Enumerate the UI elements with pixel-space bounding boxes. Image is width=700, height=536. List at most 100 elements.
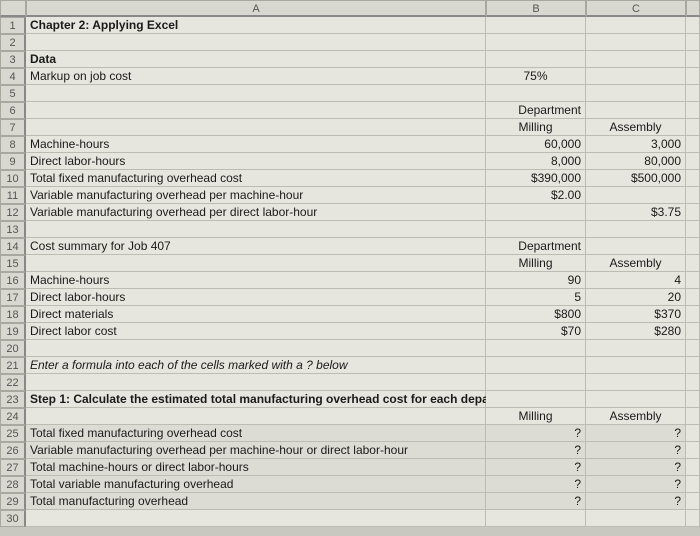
row-header[interactable]: 26: [0, 442, 26, 459]
cell-d[interactable]: [686, 476, 700, 493]
cell-a[interactable]: Markup on job cost: [26, 68, 486, 85]
cell-d[interactable]: [686, 136, 700, 153]
cell-b[interactable]: 60,000: [486, 136, 586, 153]
cell-b[interactable]: Milling: [486, 408, 586, 425]
cell-d[interactable]: [686, 425, 700, 442]
cell-b[interactable]: $800: [486, 306, 586, 323]
cell-c[interactable]: Assembly: [586, 408, 686, 425]
cell-c[interactable]: ?: [586, 476, 686, 493]
cell-b[interactable]: [486, 357, 586, 374]
row-header[interactable]: 12: [0, 204, 26, 221]
cell-a[interactable]: [26, 408, 486, 425]
cell-d[interactable]: [686, 391, 700, 408]
cell-a[interactable]: Variable manufacturing overhead per mach…: [26, 442, 486, 459]
cell-c[interactable]: 20: [586, 289, 686, 306]
cell-d[interactable]: [686, 153, 700, 170]
row-header[interactable]: 23: [0, 391, 26, 408]
cell-b[interactable]: $2.00: [486, 187, 586, 204]
cell-b[interactable]: ?: [486, 425, 586, 442]
cell-b[interactable]: [486, 204, 586, 221]
cell-d[interactable]: [686, 51, 700, 68]
row-header[interactable]: 13: [0, 221, 26, 238]
row-header[interactable]: 10: [0, 170, 26, 187]
cell-c[interactable]: [586, 340, 686, 357]
cell-b[interactable]: 75%: [486, 68, 586, 85]
cell-c[interactable]: [586, 357, 686, 374]
row-header[interactable]: 9: [0, 153, 26, 170]
row-header[interactable]: 21: [0, 357, 26, 374]
cell-b[interactable]: ?: [486, 493, 586, 510]
cell-c[interactable]: $3.75: [586, 204, 686, 221]
cell-c[interactable]: $280: [586, 323, 686, 340]
cell-b[interactable]: [486, 17, 586, 34]
cell-d[interactable]: [686, 68, 700, 85]
cell-a[interactable]: [26, 255, 486, 272]
cell-a[interactable]: Total fixed manufacturing overhead cost: [26, 425, 486, 442]
cell-a[interactable]: Machine-hours: [26, 136, 486, 153]
row-header[interactable]: 7: [0, 119, 26, 136]
row-header[interactable]: 1: [0, 17, 26, 34]
column-header[interactable]: B: [486, 0, 586, 17]
row-header[interactable]: 15: [0, 255, 26, 272]
cell-d[interactable]: [686, 102, 700, 119]
cell-a[interactable]: Total fixed manufacturing overhead cost: [26, 170, 486, 187]
cell-a[interactable]: Total variable manufacturing overhead: [26, 476, 486, 493]
cell-b[interactable]: [486, 510, 586, 527]
row-header[interactable]: 4: [0, 68, 26, 85]
cell-b[interactable]: [486, 51, 586, 68]
cell-b[interactable]: $70: [486, 323, 586, 340]
cell-d[interactable]: [686, 289, 700, 306]
column-header[interactable]: [0, 0, 26, 17]
cell-b[interactable]: [486, 374, 586, 391]
cell-a[interactable]: [26, 85, 486, 102]
cell-d[interactable]: [686, 323, 700, 340]
row-header[interactable]: 14: [0, 238, 26, 255]
column-header[interactable]: C: [586, 0, 686, 17]
row-header[interactable]: 19: [0, 323, 26, 340]
row-header[interactable]: 17: [0, 289, 26, 306]
cell-d[interactable]: [686, 442, 700, 459]
row-header[interactable]: 30: [0, 510, 26, 527]
cell-c[interactable]: [586, 17, 686, 34]
cell-a[interactable]: Variable manufacturing overhead per dire…: [26, 204, 486, 221]
cell-a[interactable]: Direct labor-hours: [26, 153, 486, 170]
cell-a[interactable]: [26, 374, 486, 391]
cell-a[interactable]: Machine-hours: [26, 272, 486, 289]
row-header[interactable]: 28: [0, 476, 26, 493]
cell-b[interactable]: 5: [486, 289, 586, 306]
row-header[interactable]: 20: [0, 340, 26, 357]
cell-d[interactable]: [686, 510, 700, 527]
cell-b[interactable]: 8,000: [486, 153, 586, 170]
cell-a[interactable]: Step 1: Calculate the estimated total ma…: [26, 391, 486, 408]
row-header[interactable]: 5: [0, 85, 26, 102]
row-header[interactable]: 11: [0, 187, 26, 204]
cell-c[interactable]: Assembly: [586, 119, 686, 136]
column-header[interactable]: A: [26, 0, 486, 17]
cell-b[interactable]: ?: [486, 476, 586, 493]
cell-d[interactable]: [686, 204, 700, 221]
cell-b[interactable]: [486, 34, 586, 51]
cell-d[interactable]: [686, 119, 700, 136]
cell-d[interactable]: [686, 187, 700, 204]
cell-c[interactable]: [586, 510, 686, 527]
cell-a[interactable]: Total machine-hours or direct labor-hour…: [26, 459, 486, 476]
row-header[interactable]: 25: [0, 425, 26, 442]
cell-d[interactable]: [686, 34, 700, 51]
cell-c[interactable]: 4: [586, 272, 686, 289]
cell-c[interactable]: ?: [586, 493, 686, 510]
cell-d[interactable]: [686, 221, 700, 238]
cell-a[interactable]: [26, 34, 486, 51]
row-header[interactable]: 16: [0, 272, 26, 289]
cell-c[interactable]: [586, 221, 686, 238]
row-header[interactable]: 24: [0, 408, 26, 425]
cell-a[interactable]: Direct labor-hours: [26, 289, 486, 306]
cell-a[interactable]: [26, 102, 486, 119]
cell-a[interactable]: [26, 221, 486, 238]
cell-b[interactable]: [486, 340, 586, 357]
cell-c[interactable]: [586, 374, 686, 391]
row-header[interactable]: 29: [0, 493, 26, 510]
cell-a[interactable]: Variable manufacturing overhead per mach…: [26, 187, 486, 204]
cell-d[interactable]: [686, 340, 700, 357]
cell-c[interactable]: [586, 51, 686, 68]
cell-b[interactable]: Department: [486, 102, 586, 119]
